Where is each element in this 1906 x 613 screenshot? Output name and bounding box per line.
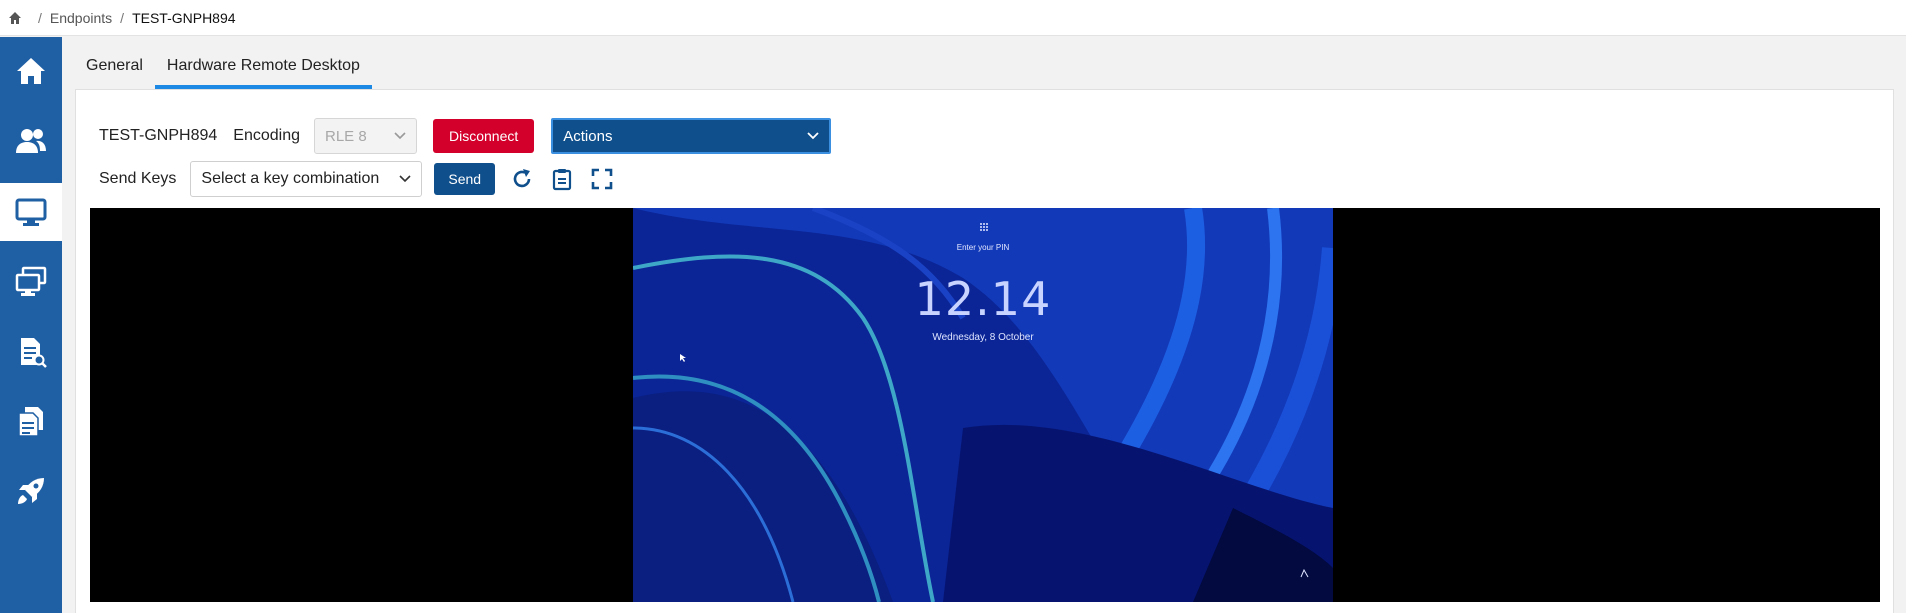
- home-icon: [17, 58, 45, 84]
- send-keys-toolbar: Send Keys Select a key combination Send: [99, 161, 615, 197]
- fullscreen-icon[interactable]: [589, 166, 615, 192]
- tab-hardware-remote-desktop[interactable]: Hardware Remote Desktop: [154, 51, 372, 89]
- home-icon[interactable]: [8, 11, 22, 25]
- wallpaper: [633, 208, 1333, 602]
- sidebar: [0, 37, 62, 613]
- breadcrumb-separator: /: [120, 9, 125, 26]
- accessibility-icon: [1300, 569, 1309, 578]
- keypad-icon: [980, 223, 988, 231]
- monitor-icon: [15, 198, 47, 226]
- actions-label: Actions: [563, 127, 613, 145]
- remote-desktop-panel: TEST-GNPH894 Encoding RLE 8 Disconnect A…: [75, 89, 1894, 613]
- multiple-monitors-icon: [15, 266, 47, 296]
- sidebar-item-deploy[interactable]: [0, 462, 62, 520]
- rocket-icon: [18, 478, 44, 504]
- chevron-down-icon: [399, 175, 411, 183]
- tab-general[interactable]: General: [74, 51, 155, 89]
- chevron-down-icon: [394, 132, 406, 140]
- users-icon: [16, 129, 46, 153]
- send-button[interactable]: Send: [434, 163, 496, 195]
- remote-desktop-viewer[interactable]: Enter your PIN 12.14 Wednesday, 8 Octobe…: [90, 208, 1880, 602]
- clipboard-icon[interactable]: [549, 166, 575, 192]
- refresh-icon[interactable]: [509, 166, 535, 192]
- breadcrumb-separator: /: [38, 9, 42, 26]
- sidebar-item-users[interactable]: [0, 112, 62, 170]
- sidebar-item-monitor[interactable]: [0, 183, 62, 241]
- remote-screen[interactable]: Enter your PIN 12.14 Wednesday, 8 Octobe…: [633, 208, 1333, 602]
- connection-toolbar: TEST-GNPH894 Encoding RLE 8 Disconnect A…: [99, 118, 832, 154]
- sidebar-item-documents[interactable]: [0, 393, 62, 451]
- device-name: TEST-GNPH894: [99, 127, 218, 144]
- lock-screen-date: Wednesday, 8 October: [932, 332, 1034, 343]
- disconnect-button[interactable]: Disconnect: [432, 119, 535, 153]
- copy-documents-icon: [18, 407, 43, 437]
- sidebar-item-devices[interactable]: [0, 253, 62, 311]
- pin-prompt: Enter your PIN: [956, 243, 1010, 252]
- encoding-label: Encoding: [233, 127, 300, 144]
- document-search-icon: [21, 338, 47, 368]
- chevron-down-icon: [807, 132, 819, 140]
- breadcrumb-current: TEST-GNPH894: [132, 9, 236, 26]
- send-keys-label: Send Keys: [99, 170, 177, 187]
- lock-screen-time: 12.14: [914, 272, 1052, 326]
- key-combination-select[interactable]: Select a key combination: [190, 161, 423, 197]
- encoding-select[interactable]: RLE 8: [313, 118, 417, 154]
- breadcrumb: / Endpoints / TEST-GNPH894: [0, 0, 1906, 36]
- breadcrumb-endpoints[interactable]: Endpoints: [50, 10, 112, 26]
- sidebar-item-home[interactable]: [0, 42, 62, 100]
- sidebar-item-reports[interactable]: [0, 323, 62, 381]
- actions-dropdown[interactable]: Actions: [551, 118, 832, 154]
- encoding-value: RLE 8: [324, 127, 367, 145]
- key-combination-placeholder: Select a key combination: [201, 170, 380, 187]
- main-content: General Hardware Remote Desktop TEST-GNP…: [62, 37, 1906, 613]
- tab-bar: General Hardware Remote Desktop: [74, 51, 372, 89]
- mouse-cursor-icon: [680, 354, 686, 362]
